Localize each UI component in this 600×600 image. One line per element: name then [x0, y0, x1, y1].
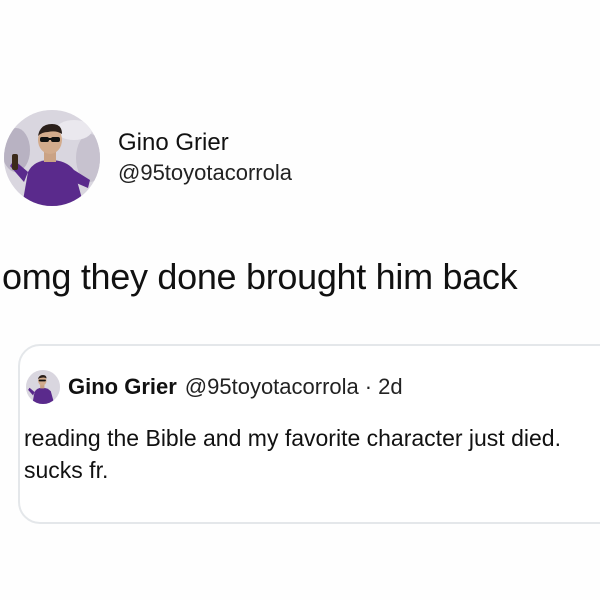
- quoted-tweet-text: reading the Bible and my favorite charac…: [24, 425, 561, 483]
- profile-photo-icon: [26, 370, 60, 404]
- quoted-author-handle[interactable]: @95toyotacorrola: [185, 374, 359, 400]
- tweet-text: omg they done brought him back: [2, 256, 518, 297]
- author-names: Gino Grier @95toyotacorrola: [118, 128, 292, 188]
- separator-dot: ·: [364, 374, 373, 399]
- tweet-screenshot: Gino Grier @95toyotacorrola omg they don…: [0, 0, 600, 600]
- quoted-tweet-header: Gino Grier @95toyotacorrola · 2d: [26, 370, 403, 404]
- quoted-author-display-name[interactable]: Gino Grier: [68, 374, 177, 400]
- quoted-author-avatar[interactable]: [26, 370, 60, 404]
- quoted-tweet-card[interactable]: Gino Grier @95toyotacorrola · 2d reading…: [18, 344, 600, 524]
- author-handle[interactable]: @95toyotacorrola: [118, 158, 292, 188]
- tweet-author[interactable]: Gino Grier @95toyotacorrola: [4, 110, 292, 206]
- author-avatar[interactable]: [4, 110, 100, 206]
- profile-photo-icon: [4, 110, 100, 206]
- quoted-tweet-timestamp[interactable]: 2d: [378, 374, 402, 400]
- author-display-name[interactable]: Gino Grier: [118, 128, 292, 158]
